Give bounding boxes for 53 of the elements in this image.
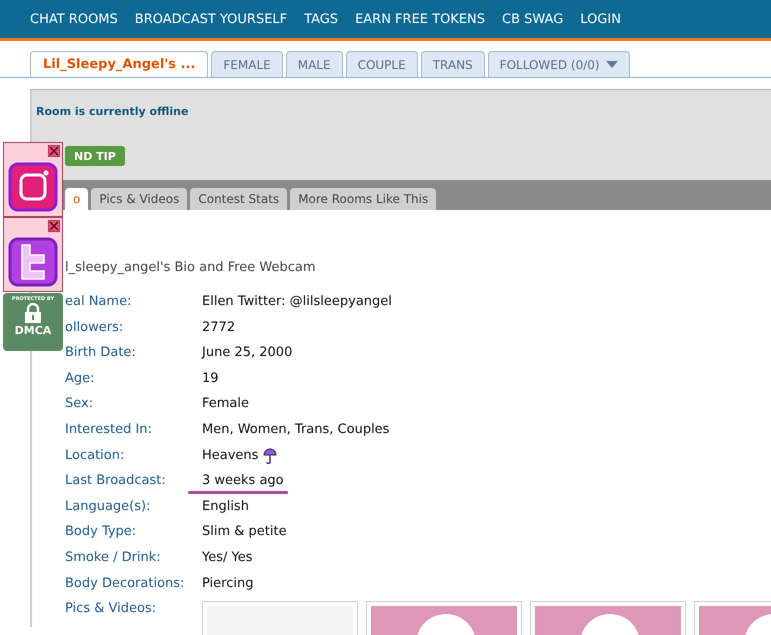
field-value: Piercing (202, 576, 254, 591)
tip-button[interactable]: ND TIP (65, 146, 125, 166)
nav-link[interactable]: CB SWAG (502, 12, 564, 26)
field-label: Language(s): (65, 498, 152, 516)
field-value: English (202, 498, 249, 514)
room-tab[interactable]: FEMALE (211, 51, 283, 77)
social-widget[interactable] (3, 142, 63, 217)
camera-icon (8, 162, 58, 212)
field-value: 3 weeks ago (202, 473, 284, 488)
nav-link[interactable]: CHAT ROOMS (30, 12, 118, 26)
field-value: 2772 (202, 320, 236, 335)
close-icon[interactable] (48, 220, 60, 232)
field-label: eal Name: (65, 294, 132, 311)
field-value: Men, Women, Trans, Couples (202, 422, 390, 437)
field-label: Smoke / Drink: (65, 550, 162, 567)
field-value: Female (202, 396, 250, 412)
field-label: Location: (65, 448, 126, 465)
nav-link[interactable]: BROADCAST YOURSELF (134, 12, 288, 26)
nav-link[interactable]: LOGIN (580, 12, 621, 26)
social-widget[interactable] (3, 217, 63, 292)
field-value: Ellen Twitter: @lilsleepyangel (202, 294, 392, 309)
room-tab[interactable]: TRANS (420, 51, 485, 77)
padlock-icon (24, 303, 42, 323)
offline-message: Room is currently offline (36, 105, 190, 118)
field-value: Slim & petite (202, 524, 287, 540)
nav-link[interactable]: EARN FREE TOKENS (355, 12, 486, 26)
field-value: Heavens (202, 448, 258, 463)
section-tab[interactable]: Contest Stats (190, 188, 288, 210)
room-tab[interactable]: FOLLOWED (0/0) (488, 51, 630, 77)
section-tab[interactable]: More Rooms Like This (290, 188, 436, 210)
umbrella-icon (263, 448, 278, 464)
letter-t-icon (8, 237, 58, 287)
section-tab[interactable]: o (65, 188, 88, 210)
field-label: Sex: (65, 396, 94, 414)
field-label: Age: (65, 370, 96, 388)
field-label: Body Decorations: (65, 576, 186, 593)
nav-link[interactable]: TAGS (304, 12, 338, 26)
caret-icon (606, 61, 618, 68)
field-label: ollowers: (65, 320, 124, 337)
field-label: Pics & Videos: (65, 601, 158, 618)
field-label: Last Broadcast: (65, 473, 167, 490)
field-value: Yes/ Yes (202, 550, 252, 565)
field-label: Body Type: (65, 524, 138, 542)
room-tab[interactable]: Lil_Sleepy_Angel's ... (30, 51, 208, 77)
room-tab[interactable]: MALE (286, 51, 343, 77)
bio-heading: l_sleepy_angel's Bio and Free Webcam (65, 260, 317, 275)
field-value: June 25, 2000 (202, 345, 292, 360)
field-label: Birth Date: (65, 345, 137, 362)
field-label: Interested In: (65, 422, 153, 439)
section-tab[interactable]: Pics & Videos (91, 188, 188, 210)
field-value: 19 (202, 370, 219, 386)
close-icon[interactable] (48, 145, 60, 157)
room-tab[interactable]: COUPLE (346, 51, 418, 77)
